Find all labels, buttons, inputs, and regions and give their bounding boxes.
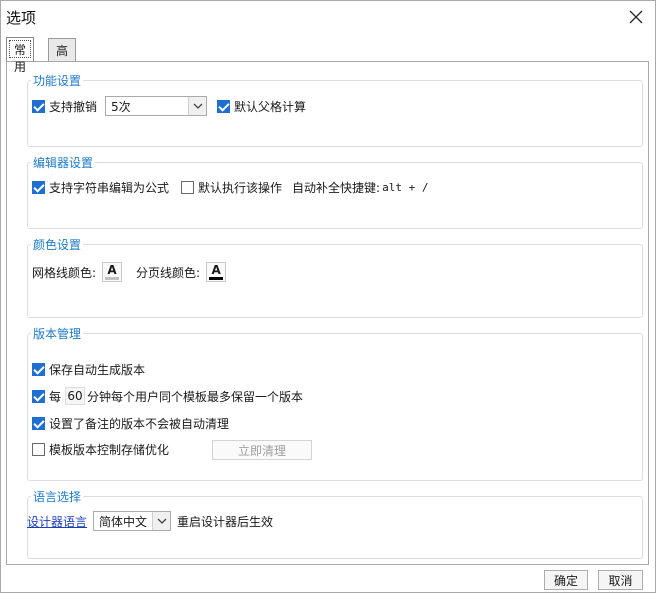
- page-color-label: 分页线颜色:: [136, 265, 201, 280]
- designer-language-link[interactable]: 设计器语言: [27, 513, 87, 530]
- clean-now-button[interactable]: 立即清理: [212, 440, 312, 460]
- grid-color-label: 网格线颜色:: [32, 265, 97, 280]
- font-color-icon: A: [107, 263, 117, 277]
- remark-label: 设置了备注的版本不会被自动清理: [49, 417, 230, 431]
- auto-version-row: 保存自动生成版本: [32, 361, 145, 378]
- retention-suffix: 分钟每个用户同个模板最多保留一个版本: [87, 389, 304, 404]
- default-exec-label: 默认执行该操作: [198, 181, 283, 195]
- undo-steps-select[interactable]: 5次: [105, 96, 208, 116]
- ok-button[interactable]: 确定: [544, 570, 588, 590]
- grid-color-button[interactable]: A: [102, 262, 123, 282]
- editor-settings-row: 支持字符串编辑为公式 默认执行该操作 自动补全快捷键: alt + /: [32, 179, 428, 196]
- options-dialog: 选项 常用 高级 功能设置 支持撤销 5次 默认父格计算: [0, 0, 656, 593]
- color-settings-row: 网格线颜色: A 分页线颜色: A: [32, 262, 227, 282]
- remark-row: 设置了备注的版本不会被自动清理: [32, 415, 229, 432]
- autocomplete-shortcut: alt + /: [382, 181, 429, 194]
- undo-label: 支持撤销: [49, 99, 98, 114]
- close-button[interactable]: [625, 6, 647, 28]
- editor-settings-title: 编辑器设置: [31, 154, 96, 171]
- string-formula-label: 支持字符串编辑为公式: [49, 181, 170, 195]
- autocomplete-label: 自动补全快捷键:: [292, 181, 381, 195]
- auto-version-label: 保存自动生成版本: [49, 363, 146, 377]
- language-select[interactable]: 简体中文: [93, 511, 172, 531]
- version-management-box: [27, 333, 643, 481]
- optimize-checkbox[interactable]: [32, 443, 45, 456]
- chevron-down-icon: [152, 512, 171, 530]
- language-row: 设计器语言 简体中文 重启设计器后生效: [27, 511, 273, 531]
- remark-checkbox[interactable]: [32, 417, 45, 430]
- tab-panel-common: 功能设置 支持撤销 5次 默认父格计算 编辑器设置 支持字符串编辑为公式 默认执…: [6, 61, 649, 565]
- undo-steps-value: 5次: [111, 99, 131, 114]
- chevron-down-icon: [188, 97, 207, 115]
- undo-checkbox[interactable]: [32, 99, 45, 113]
- cancel-button[interactable]: 取消: [598, 570, 643, 590]
- function-settings-title: 功能设置: [31, 72, 84, 89]
- page-color-swatch: [209, 277, 224, 280]
- optimize-row: 模板版本控制存储优化: [32, 441, 169, 458]
- retention-row: 每 60 分钟每个用户同个模板最多保留一个版本: [32, 387, 303, 405]
- language-title: 语言选择: [31, 488, 84, 505]
- language-value: 简体中文: [99, 514, 148, 529]
- tab-advanced[interactable]: 高级: [48, 38, 77, 75]
- tab-common[interactable]: 常用: [6, 37, 35, 74]
- function-settings-row: 支持撤销 5次 默认父格计算: [32, 96, 306, 116]
- retention-checkbox[interactable]: [32, 389, 45, 403]
- restart-note: 重启设计器后生效: [177, 514, 274, 529]
- font-color-icon: A: [211, 263, 221, 277]
- grid-color-swatch: [105, 277, 120, 280]
- color-settings-title: 颜色设置: [31, 236, 84, 253]
- default-exec-checkbox[interactable]: [181, 181, 195, 194]
- string-formula-checkbox[interactable]: [32, 181, 45, 194]
- retention-minutes-input[interactable]: 60: [65, 387, 86, 405]
- version-management-title: 版本管理: [31, 325, 84, 342]
- parent-calc-checkbox[interactable]: [217, 99, 231, 113]
- page-color-button[interactable]: A: [206, 262, 227, 282]
- auto-version-checkbox[interactable]: [32, 363, 45, 376]
- window-title: 选项: [6, 9, 37, 27]
- optimize-label: 模板版本控制存储优化: [49, 443, 170, 457]
- close-icon: [629, 10, 643, 24]
- title-bar: 选项: [1, 1, 655, 33]
- retention-prefix: 每: [49, 389, 62, 404]
- parent-calc-label: 默认父格计算: [234, 99, 307, 114]
